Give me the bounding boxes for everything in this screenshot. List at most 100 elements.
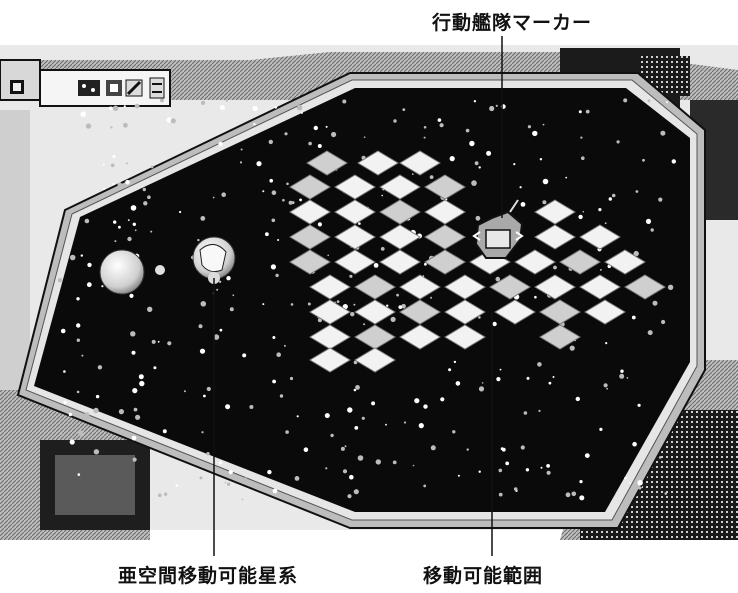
star — [498, 492, 503, 497]
star — [645, 218, 652, 224]
star — [93, 449, 100, 455]
star — [498, 468, 503, 473]
star — [578, 214, 583, 220]
star — [225, 404, 231, 410]
star — [221, 192, 226, 197]
toolbar-slash-icon[interactable] — [125, 79, 143, 97]
star — [212, 196, 215, 199]
star — [84, 412, 90, 418]
star — [363, 136, 366, 138]
star — [624, 476, 627, 480]
star — [290, 303, 294, 306]
star — [350, 312, 355, 317]
star — [167, 341, 172, 346]
star — [135, 414, 141, 420]
star — [519, 186, 522, 189]
star — [473, 100, 477, 103]
star — [527, 125, 532, 129]
toolbar-grid-icon[interactable] — [10, 80, 24, 94]
star — [637, 403, 641, 407]
toolbar-ship-icon[interactable] — [106, 80, 122, 96]
star — [162, 429, 167, 434]
star — [353, 489, 359, 495]
game-scene — [0, 36, 738, 556]
star — [283, 344, 286, 347]
star — [652, 300, 658, 306]
star — [361, 416, 365, 420]
star — [342, 99, 347, 104]
star — [600, 269, 602, 271]
star — [78, 430, 84, 436]
star — [580, 136, 583, 139]
toolbar-arrows-icon[interactable] — [149, 77, 165, 99]
star — [532, 130, 538, 137]
star — [647, 99, 651, 103]
star — [469, 140, 475, 147]
star — [132, 388, 138, 394]
star — [147, 306, 153, 312]
star — [542, 200, 547, 205]
star — [131, 350, 136, 355]
star — [353, 303, 356, 306]
star — [133, 407, 138, 412]
star — [661, 319, 666, 325]
star — [289, 376, 294, 381]
star — [423, 404, 428, 409]
star — [101, 285, 104, 288]
star — [605, 342, 608, 345]
star — [525, 468, 530, 472]
star — [241, 498, 244, 501]
movement-range-label: 移動可能範囲 — [423, 565, 544, 587]
star — [175, 484, 179, 487]
star — [393, 119, 397, 123]
star — [402, 108, 406, 111]
star — [437, 118, 442, 122]
star — [581, 156, 585, 160]
star — [129, 293, 134, 298]
star — [392, 460, 397, 465]
star — [296, 415, 299, 418]
star — [130, 205, 137, 211]
star — [513, 163, 516, 166]
star — [579, 480, 583, 484]
star — [414, 398, 420, 404]
star — [228, 470, 233, 475]
star — [647, 330, 653, 336]
star — [317, 144, 322, 148]
star — [423, 136, 426, 139]
star — [430, 296, 433, 299]
star — [134, 229, 137, 232]
star — [330, 433, 334, 438]
star — [242, 353, 247, 358]
star — [658, 456, 662, 459]
star — [660, 130, 666, 136]
star — [347, 494, 352, 499]
toolbar-stars-icon[interactable] — [78, 80, 100, 96]
star — [243, 477, 248, 482]
star — [225, 99, 228, 102]
star — [478, 386, 485, 392]
star — [81, 354, 84, 357]
star — [118, 409, 124, 415]
star — [108, 106, 113, 111]
star — [57, 278, 63, 283]
star — [429, 175, 434, 180]
star — [313, 125, 318, 131]
star — [153, 366, 157, 370]
star — [252, 105, 258, 112]
star — [285, 430, 289, 434]
star — [489, 105, 495, 112]
star — [151, 339, 156, 344]
star — [635, 190, 639, 193]
star — [501, 447, 506, 452]
star — [203, 394, 206, 398]
star — [200, 216, 206, 221]
star — [143, 201, 148, 206]
star — [224, 481, 227, 484]
star — [279, 394, 284, 398]
star — [299, 198, 302, 202]
star — [440, 397, 445, 402]
star — [239, 161, 243, 164]
star — [198, 324, 203, 329]
star — [481, 382, 484, 384]
